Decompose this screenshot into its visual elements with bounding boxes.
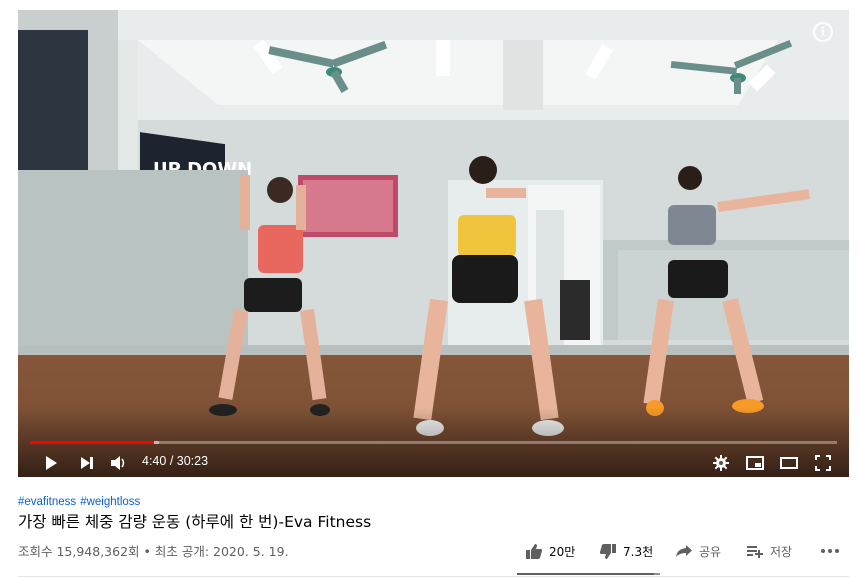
save-button[interactable]: 저장 bbox=[746, 540, 792, 562]
next-icon bbox=[81, 457, 93, 469]
miniplayer-button[interactable] bbox=[744, 452, 766, 474]
dislike-count: 7.3천 bbox=[623, 544, 654, 559]
dislike-button[interactable]: 7.3천 bbox=[599, 540, 653, 562]
volume-button[interactable] bbox=[107, 452, 131, 474]
like-count: 20만 bbox=[549, 544, 576, 559]
settings-button[interactable] bbox=[710, 452, 732, 474]
fullscreen-button[interactable] bbox=[812, 452, 834, 474]
volume-icon bbox=[111, 456, 125, 470]
share-label: 공유 bbox=[699, 544, 722, 559]
more-actions-button[interactable] bbox=[820, 540, 840, 562]
play-button[interactable] bbox=[40, 452, 62, 474]
action-bar: 20만 7.3천 공유 저장 bbox=[0, 540, 860, 564]
share-icon bbox=[676, 545, 692, 557]
next-button[interactable] bbox=[76, 452, 98, 474]
time-current: 4:40 bbox=[142, 454, 167, 468]
fullscreen-icon bbox=[815, 455, 831, 471]
sentiment-bar-likes bbox=[517, 573, 655, 575]
share-button[interactable]: 공유 bbox=[675, 540, 721, 562]
thumbs-up-icon bbox=[526, 543, 542, 559]
sentiment-bar bbox=[517, 573, 660, 575]
miniplayer-icon bbox=[746, 456, 764, 470]
time-total: 30:23 bbox=[176, 454, 209, 468]
thumbs-down-icon bbox=[600, 543, 616, 559]
settings-icon bbox=[713, 455, 729, 471]
video-title: 가장 빠른 체중 감량 운동 (하루에 한 번)-Eva Fitness bbox=[18, 513, 372, 531]
info-icon[interactable]: i bbox=[813, 22, 833, 42]
hashtag-link[interactable]: #evafitness bbox=[18, 496, 76, 508]
time-separator: / bbox=[166, 454, 177, 468]
like-button[interactable]: 20만 bbox=[525, 540, 575, 562]
hashtag-list: #evafitness #weightloss bbox=[18, 496, 144, 508]
video-player[interactable]: UP DOWN i 4:40 / 30:23 bbox=[18, 10, 849, 477]
add-to-playlist-icon bbox=[747, 546, 763, 558]
more-horiz-icon bbox=[821, 549, 839, 553]
theater-mode-button[interactable] bbox=[778, 452, 800, 474]
time-display: 4:40 / 30:23 bbox=[142, 454, 208, 468]
player-controls: 4:40 / 30:23 bbox=[18, 449, 849, 477]
theater-mode-icon bbox=[780, 457, 798, 469]
play-icon bbox=[46, 456, 57, 470]
hashtag-link[interactable]: #weightloss bbox=[80, 496, 140, 508]
save-label: 저장 bbox=[770, 544, 793, 559]
progress-bar[interactable] bbox=[30, 441, 837, 444]
progress-played bbox=[30, 441, 155, 444]
